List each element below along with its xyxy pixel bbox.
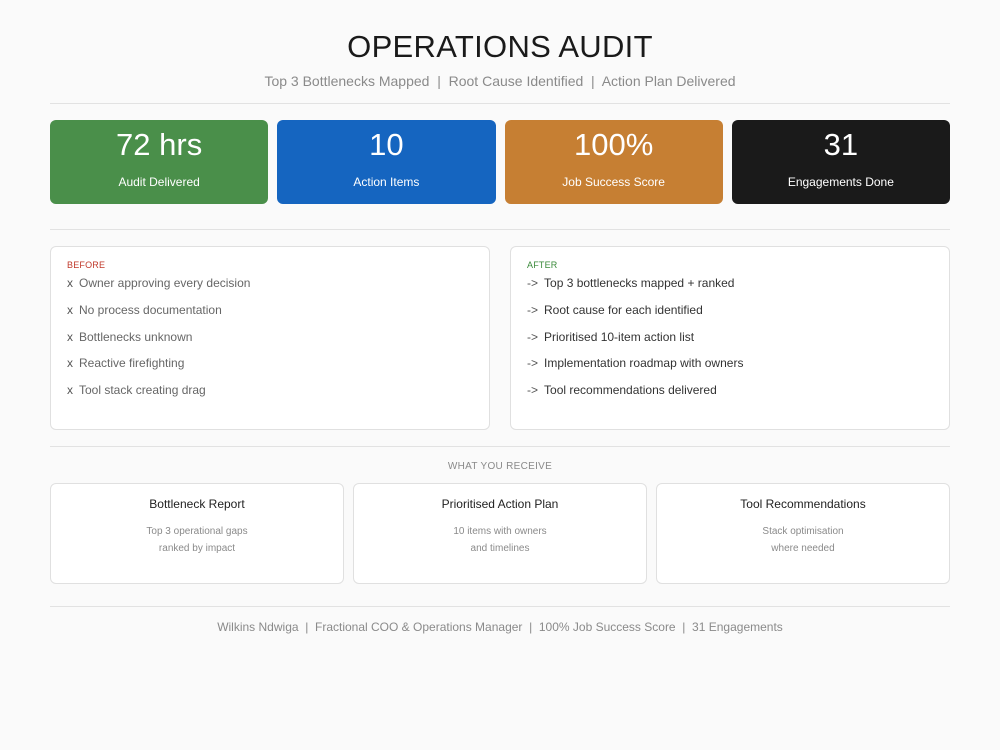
deliverable-card-tool-recommendations: Tool Recommendations Stack optimisation … bbox=[656, 483, 950, 584]
list-item-text: Owner approving every decision bbox=[79, 276, 251, 290]
before-after-section: BEFORE x Owner approving every decision x… bbox=[50, 246, 950, 430]
card-title: Tool Recommendations bbox=[740, 497, 866, 511]
card-desc-line: ranked by impact bbox=[158, 543, 236, 554]
list-item: x Owner approving every decision bbox=[67, 276, 473, 290]
deliverable-card-action-plan: Prioritised Action Plan 10 items with ow… bbox=[353, 483, 647, 584]
card-desc-line: 10 items with owners bbox=[453, 526, 547, 537]
x-mark-icon: x bbox=[67, 329, 73, 344]
card-description: Stack optimisation where needed bbox=[657, 523, 949, 557]
list-item-text: Reactive firefighting bbox=[79, 356, 185, 371]
arrow-right-icon: -> bbox=[527, 383, 539, 398]
before-panel: BEFORE x Owner approving every decision x… bbox=[50, 246, 490, 430]
after-list: -> Top 3 bottlenecks mapped + ranked -> Ro… bbox=[527, 276, 933, 397]
card-title: Prioritised Action Plan bbox=[441, 497, 559, 511]
divider bbox=[50, 446, 950, 447]
list-item: -> Root cause for each identified bbox=[527, 303, 933, 317]
list-item: x Bottlenecks unknown bbox=[67, 330, 473, 344]
stat-value: 31 bbox=[823, 127, 859, 162]
arrow-right-icon: -> bbox=[527, 356, 539, 371]
list-item-text: Tool recommendations delivered bbox=[544, 383, 717, 398]
list-item-text: Bottlenecks unknown bbox=[79, 329, 193, 344]
stat-card-audit-delivered: 72 hrs Audit Delivered bbox=[50, 120, 269, 204]
arrow-right-icon: -> bbox=[527, 329, 539, 344]
receive-heading: WHAT YOU RECEIVE bbox=[447, 461, 553, 472]
stats-row: 72 hrs Audit Delivered 10 Action Items 1… bbox=[50, 120, 950, 204]
stat-value: 72 hrs bbox=[116, 127, 203, 162]
stat-label: Audit Delivered bbox=[118, 175, 200, 189]
stat-card-engagements: 31 Engagements Done bbox=[731, 120, 950, 204]
divider bbox=[50, 103, 950, 104]
list-item: -> Implementation roadmap with owners bbox=[527, 356, 933, 370]
stat-card-job-success: 100% Job Success Score bbox=[504, 120, 723, 204]
before-list: x Owner approving every decision x No proc… bbox=[67, 276, 473, 397]
divider bbox=[50, 606, 950, 607]
before-heading: BEFORE bbox=[67, 260, 106, 270]
list-item: -> Prioritised 10-item action list bbox=[527, 330, 933, 344]
card-description: 10 items with owners and timelines bbox=[354, 523, 646, 557]
after-panel: AFTER -> Top 3 bottlenecks mapped + ranke… bbox=[510, 246, 950, 430]
page-title: OPERATIONS AUDIT bbox=[347, 29, 653, 64]
card-description: Top 3 operational gaps ranked by impact bbox=[51, 523, 343, 557]
page-subtitle: Top 3 Bottlenecks Mapped | Root Cause Id… bbox=[264, 73, 736, 89]
arrow-right-icon: -> bbox=[527, 302, 539, 317]
arrow-right-icon: -> bbox=[527, 276, 539, 290]
list-item-text: No process documentation bbox=[79, 302, 222, 317]
stat-value: 100% bbox=[573, 127, 654, 162]
card-desc-line: Top 3 operational gaps bbox=[146, 526, 248, 537]
card-desc-line: and timelines bbox=[470, 543, 530, 554]
divider bbox=[50, 229, 950, 230]
list-item-text: Top 3 bottlenecks mapped + ranked bbox=[544, 276, 735, 290]
list-item: x No process documentation bbox=[67, 303, 473, 317]
card-title: Bottleneck Report bbox=[149, 497, 245, 511]
stat-card-action-items: 10 Action Items bbox=[277, 120, 496, 204]
list-item: x Tool stack creating drag bbox=[67, 383, 473, 397]
list-item: -> Tool recommendations delivered bbox=[527, 383, 933, 397]
list-item: -> Top 3 bottlenecks mapped + ranked bbox=[527, 276, 933, 290]
deliverables-row: Bottleneck Report Top 3 operational gaps… bbox=[50, 483, 950, 584]
list-item-text: Root cause for each identified bbox=[544, 302, 703, 317]
list-item-text: Implementation roadmap with owners bbox=[544, 356, 744, 371]
list-item: x Reactive firefighting bbox=[67, 356, 473, 370]
x-mark-icon: x bbox=[67, 302, 73, 317]
card-desc-line: where needed bbox=[771, 543, 835, 554]
stat-value: 10 bbox=[369, 127, 404, 162]
after-heading: AFTER bbox=[527, 260, 558, 270]
stat-label: Action Items bbox=[353, 175, 420, 189]
list-item-text: Prioritised 10-item action list bbox=[544, 329, 695, 344]
x-mark-icon: x bbox=[67, 276, 73, 290]
x-mark-icon: x bbox=[67, 356, 73, 371]
stat-label: Engagements Done bbox=[787, 175, 894, 189]
stat-label: Job Success Score bbox=[562, 175, 665, 189]
footer-credits: Wilkins Ndwiga | Fractional COO & Operat… bbox=[217, 620, 783, 634]
audit-page: OPERATIONS AUDIT Top 3 Bottlenecks Mappe… bbox=[0, 0, 1000, 750]
card-desc-line: Stack optimisation bbox=[762, 526, 844, 537]
list-item-text: Tool stack creating drag bbox=[79, 383, 206, 398]
deliverable-card-bottleneck-report: Bottleneck Report Top 3 operational gaps… bbox=[50, 483, 344, 584]
x-mark-icon: x bbox=[67, 383, 73, 398]
